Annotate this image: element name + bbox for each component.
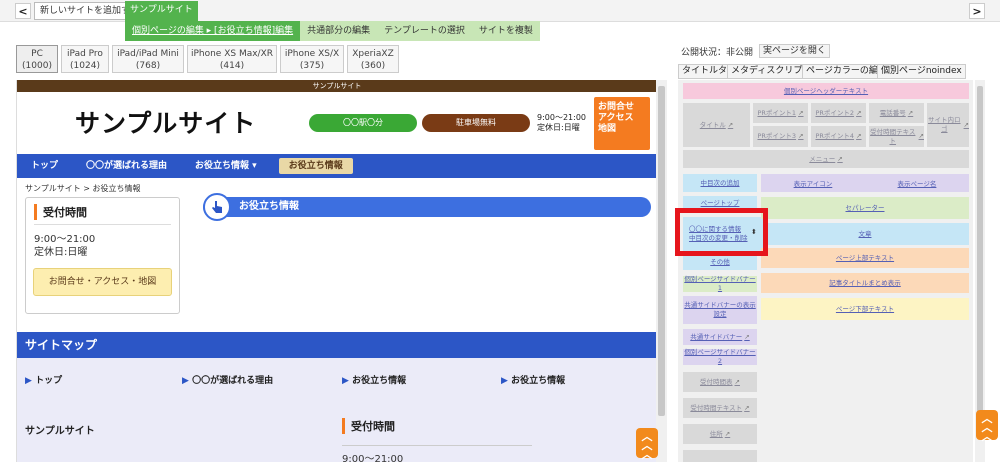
title-block[interactable]: タイトル ↗	[683, 103, 750, 147]
scroll-to-top-icon-right[interactable]: ︿ ︿ ︿	[976, 410, 998, 442]
side-banner-1-block[interactable]: 個別ページサイドバナー1	[683, 275, 757, 292]
site-tab[interactable]: サンプルサイト	[125, 1, 198, 21]
duplicate-site-tab[interactable]: サイトを複製	[472, 21, 540, 41]
body-text-block[interactable]: 文章	[761, 223, 969, 245]
external-link-icon: ↗	[744, 332, 750, 341]
preview-site-title: サンプルサイト	[75, 110, 257, 138]
external-link-icon: ↗	[744, 403, 750, 412]
tel-block[interactable]: 電話番号 ↗	[869, 103, 924, 123]
preview-scroll-thumb[interactable]	[658, 86, 665, 416]
sitemap-heading: サイトマップ	[17, 332, 656, 358]
page-bottom-text-block[interactable]: ページ下部テキスト	[761, 298, 969, 320]
station-badge: 〇〇駅〇分	[309, 114, 417, 132]
sitemap-link-top[interactable]: ▶ トップ	[25, 373, 62, 386]
device-tab-iphone-xs-max[interactable]: iPhone XS Max/XR (414)	[187, 45, 277, 73]
other-block[interactable]: その他	[683, 254, 757, 270]
circle-arrow-icon: ▶	[501, 376, 512, 386]
side-contact-button[interactable]: お問合せ・アクセス・地図	[33, 268, 172, 296]
highlight-box	[675, 208, 768, 256]
reception-text-side-block[interactable]: 受付時間テキスト ↗	[683, 398, 757, 418]
sitemap-reception-hours: 9:00～21:00	[342, 454, 404, 462]
header-contact-button[interactable]: お問合せ アクセス 地図	[594, 97, 650, 150]
external-link-icon: ↗	[798, 132, 804, 140]
device-tab-pc[interactable]: PC (1000)	[16, 45, 58, 73]
external-link-icon: ↗	[907, 108, 914, 117]
address-block[interactable]: 住所 ↗	[683, 424, 757, 444]
more-block[interactable]	[683, 450, 757, 462]
pr-point-4-block[interactable]: PRポイント4 ↗	[811, 126, 866, 147]
external-link-icon: ↗	[724, 429, 731, 438]
edit-individual-page-tab[interactable]: 個別ページの編集 ▸ [お役立ち情報]編集	[125, 21, 301, 41]
breadcrumb[interactable]: サンプルサイト > お役立ち情報	[25, 183, 141, 194]
gnav-info-current[interactable]: お役立ち情報	[278, 158, 353, 174]
side-reception-box: 受付時間 9:00～21:00 定休日:日曜 お問合せ・アクセス・地図	[25, 197, 180, 314]
sitemap-link-info-2[interactable]: ▶ お役立ち情報	[501, 373, 565, 386]
publish-status: 公開状況：非公開	[681, 48, 754, 58]
preview-top-strip: サンプルサイト	[17, 80, 656, 92]
external-link-icon: ↗	[798, 108, 804, 117]
external-link-icon: ↗	[734, 377, 740, 386]
gnav-info-dropdown[interactable]: お役立ち情報 ▾	[181, 154, 271, 178]
menu-block[interactable]: メニュー ↗	[683, 150, 969, 168]
parking-badge: 駐車場無料	[422, 114, 530, 132]
icon-page-block[interactable]: 表示アイコン 表示ページ名	[761, 174, 969, 192]
pr-point-1-block[interactable]: PRポイント1 ↗	[753, 103, 808, 123]
prev-arrow-button[interactable]: <	[15, 3, 31, 19]
noindex-tab[interactable]: 個別ページnoindex	[877, 64, 966, 79]
device-tab-iphone-xs[interactable]: iPhone XS/X (375)	[280, 45, 344, 73]
external-link-icon: ↗	[856, 108, 862, 117]
page-structure-panel: 個別ページヘッダーテキスト タイトル ↗ PRポイント1 ↗ PRポイント2 ↗ 電話…	[678, 80, 973, 462]
common-side-banner-block[interactable]: 共通サイドバナー ↗	[683, 329, 757, 345]
circle-arrow-icon: ▶	[342, 376, 353, 386]
external-link-icon: ↗	[837, 154, 843, 163]
global-nav: トップ 〇〇が選ばれる理由 お役立ち情報 ▾ お役立ち情報	[17, 154, 656, 178]
header-hours: 9:00～21:00 定休日:日曜	[537, 113, 587, 132]
add-subtoc-block[interactable]: 中目次の追加	[683, 174, 757, 192]
sitemap-link-info[interactable]: ▶ お役立ち情報	[342, 373, 406, 386]
gnav-top[interactable]: トップ	[17, 154, 72, 178]
common-banner-setting-block[interactable]: 共通サイドバナーの表示設定	[683, 296, 757, 324]
panel-scroll-thumb[interactable]	[977, 86, 983, 416]
circle-arrow-icon: ▶	[182, 376, 193, 386]
pr-point-3-block[interactable]: PRポイント3 ↗	[753, 126, 808, 147]
edit-common-tab[interactable]: 共通部分の編集	[300, 21, 377, 41]
external-link-icon: ↗	[963, 120, 969, 129]
reception-table-block[interactable]: 受付時間表 ↗	[683, 372, 757, 392]
separator-block[interactable]: セパレーター	[761, 197, 969, 219]
scroll-to-top-icon[interactable]: ︿ ︿ ︿	[636, 428, 658, 460]
device-tab-ipad-pro[interactable]: iPad Pro (1024)	[61, 45, 109, 73]
external-link-icon: ↗	[856, 132, 862, 140]
circle-arrow-icon: ▶	[25, 376, 36, 386]
gnav-reason[interactable]: 〇〇が選ばれる理由	[72, 154, 181, 178]
reception-text-block[interactable]: 受付時間テキスト ↗	[869, 126, 924, 147]
open-real-page-button[interactable]: 実ページを開く	[759, 44, 830, 58]
page-heading-bar: お役立ち情報	[203, 197, 651, 217]
pointing-hand-icon	[203, 193, 231, 221]
sub-navigation: 個別ページの編集 ▸ [お役立ち情報]編集 共通部分の編集 テンプレートの選択 …	[125, 21, 540, 41]
device-tab-xperia[interactable]: XperiaXZ (360)	[347, 45, 399, 73]
site-preview: サンプルサイト サンプルサイト 〇〇駅〇分 駐車場無料 9:00～21:00 定…	[16, 80, 656, 462]
side-reception-hours: 9:00～21:00 定休日:日曜	[34, 234, 96, 258]
next-arrow-button[interactable]: >	[969, 3, 985, 19]
sitemap-reception-title: 受付時間	[342, 418, 395, 434]
page-top-text-block[interactable]: ページ上部テキスト	[761, 248, 969, 268]
sitemap-site-name: サンプルサイト	[25, 426, 95, 437]
sitemap-section: サイトマップ ▶ トップ ▶ 〇〇が選ばれる理由 ▶ お役立ち情報 ▶ お役立ち…	[17, 332, 656, 462]
side-banner-2-block[interactable]: 個別ページサイドバナー2	[683, 348, 757, 365]
site-logo-block[interactable]: サイト内ロゴ ↗	[927, 103, 969, 147]
article-title-summary-block[interactable]: 記事タイトルまとめ表示	[761, 273, 969, 293]
external-link-icon: ↗	[918, 132, 924, 140]
external-link-icon: ↗	[727, 120, 734, 129]
header-text-block[interactable]: 個別ページヘッダーテキスト	[683, 83, 969, 99]
select-template-tab[interactable]: テンプレートの選択	[377, 21, 472, 41]
device-tab-ipad[interactable]: iPad/iPad Mini (768)	[112, 45, 184, 73]
sitemap-link-reason[interactable]: ▶ 〇〇が選ばれる理由	[182, 373, 273, 386]
pr-point-2-block[interactable]: PRポイント2 ↗	[811, 103, 866, 123]
side-reception-title: 受付時間	[34, 204, 171, 220]
